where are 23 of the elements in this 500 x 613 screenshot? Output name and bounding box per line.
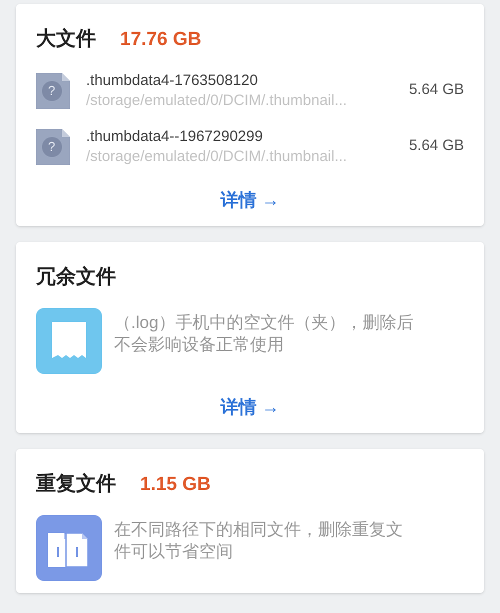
file-name: .thumbdata4--1967290299 [86,126,264,146]
category-size: 1.15 GB [140,472,211,496]
details-link[interactable]: 详情 → [220,394,280,420]
description-line: （.log）手机中的空文件（夹），删除后 [114,312,414,334]
category-title: 冗余文件 [36,264,116,290]
unknown-file-icon [36,72,70,108]
question-mark-glyph: ? [48,138,56,154]
file-size: 5.64 GB [408,80,464,100]
category-title: 大文件 [36,26,96,52]
description-line: 在不同路径下的相同文件，删除重复文 [114,519,403,541]
file-name: .thumbdata4-1763508120 [86,70,259,90]
file-size: 5.64 GB [408,136,464,156]
details-link[interactable]: 详情 → [220,186,280,214]
duplicate-files-icon [36,515,102,581]
category-size: 17.76 GB [120,28,202,52]
unknown-file-icon [36,128,70,164]
file-path: /storage/emulated/0/DCIM/.thumbnail... [86,146,348,166]
description-line: 件可以节省空间 [114,541,234,563]
question-mark-glyph: ? [48,82,56,98]
category-title: 重复文件 [36,472,116,496]
receipt-icon [36,308,102,374]
description-line: 不会影响设备正常使用 [114,334,285,356]
file-path: /storage/emulated/0/DCIM/.thumbnail... [86,90,348,110]
